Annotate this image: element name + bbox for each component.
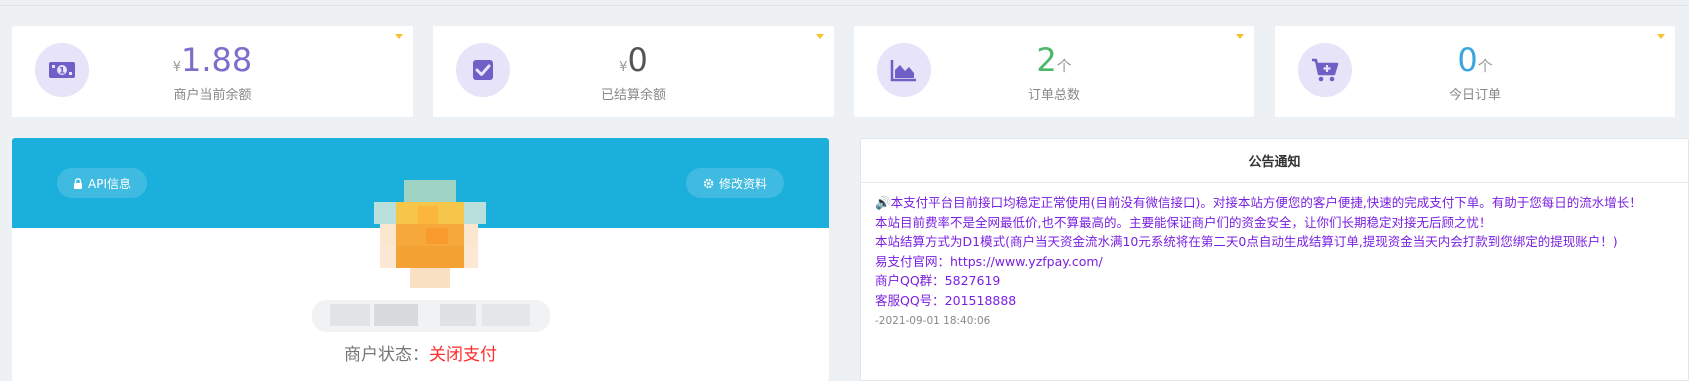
orders-total-value: 2个 <box>1036 41 1072 79</box>
announcement-qq-group: 商户QQ群：5827619 <box>875 273 1001 288</box>
announcement-panel: 公告通知 🔊本支付平台目前接口均稳定正常使用(目前没有微信接口)。对接本站方便您… <box>860 138 1689 381</box>
announcement-date: -2021-09-01 18:40:06 <box>875 315 991 327</box>
announcement-line: 🔊本支付平台目前接口均稳定正常使用(目前没有微信接口)。对接本站方便您的客户便捷… <box>875 195 1642 210</box>
edit-profile-button[interactable]: 修改资料 <box>686 168 784 198</box>
edit-profile-label: 修改资料 <box>718 176 767 191</box>
balance-caption: 商户当前余额 <box>173 88 252 103</box>
merchant-name-redacted <box>312 300 550 332</box>
settled-value: ¥0 <box>619 41 648 79</box>
top-divider <box>0 5 1689 6</box>
caret-down-icon[interactable] <box>1236 34 1244 39</box>
merchant-status: 商户状态：关闭支付 <box>12 340 829 365</box>
orders-total-card: 2个 订单总数 <box>854 26 1254 117</box>
lock-icon <box>74 177 82 189</box>
announcement-line: 本站目前费率不是全网最低价,也不算最高的。主要能保证商户们的资金安全，让你们长期… <box>875 214 1492 230</box>
gear-icon <box>703 178 714 188</box>
merchant-profile-card: API信息 修改资料 商户状态：关闭支付 <box>12 138 829 381</box>
caret-down-icon[interactable] <box>395 34 403 39</box>
today-orders-card: 0个 今日订单 <box>1275 26 1675 117</box>
caret-down-icon[interactable] <box>816 34 824 39</box>
orders-total-caption: 订单总数 <box>1027 88 1080 103</box>
settled-card: ¥0 已结算余额 <box>433 26 834 117</box>
api-info-button[interactable]: API信息 <box>57 168 147 198</box>
settled-caption: 已结算余额 <box>600 88 666 103</box>
today-orders-caption: 今日订单 <box>1448 88 1501 103</box>
avatar <box>374 180 486 288</box>
caret-down-icon[interactable] <box>1657 34 1665 39</box>
balance-value: ¥1.88 <box>172 41 253 79</box>
merchant-status-value: 关闭支付 <box>429 345 497 365</box>
balance-card: 1 ¥1.88 商户当前余额 <box>12 26 413 117</box>
api-info-label: API信息 <box>88 176 131 191</box>
announcement-title: 公告通知 <box>861 139 1688 183</box>
announcement-line: 本站结算方式为D1模式(商户当天资金流水满10元系统将在第二天0点自动生成结算订… <box>875 234 1618 249</box>
today-orders-value: 0个 <box>1457 41 1493 79</box>
announcement-support-qq: 客服QQ号：201518888 <box>875 292 1017 308</box>
announcement-body: 🔊本支付平台目前接口均稳定正常使用(目前没有微信接口)。对接本站方便您的客户便捷… <box>861 183 1688 332</box>
merchant-status-label: 商户状态： <box>344 345 429 365</box>
announcement-website-link[interactable]: 易支付官网：https://www.yzfpay.com/ <box>875 252 1674 272</box>
